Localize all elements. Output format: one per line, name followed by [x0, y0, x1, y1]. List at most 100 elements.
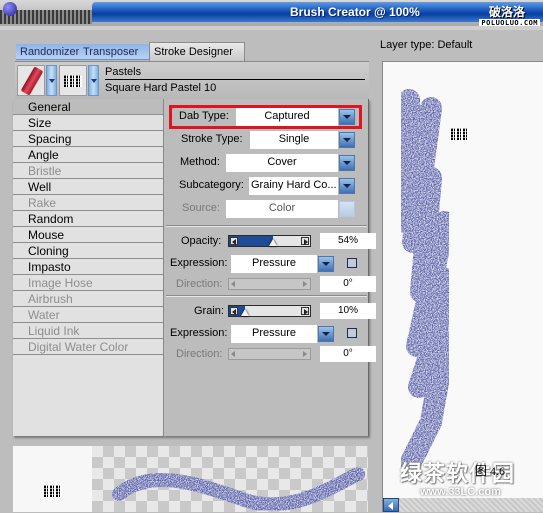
category-digital-water-color[interactable]: Digital Water Color [13, 339, 163, 355]
category-image-hose[interactable]: Image Hose [13, 275, 163, 291]
stroke-type-select[interactable]: Single [250, 131, 338, 149]
category-cloning[interactable]: Cloning [13, 243, 163, 259]
tab-randomizer[interactable]: Randomizer [16, 44, 79, 60]
drawing-canvas[interactable] [382, 61, 543, 512]
window-title: Brush Creator @ 100% [290, 5, 420, 19]
category-random[interactable]: Random [13, 211, 163, 227]
subcategory-label: Subcategory: [179, 179, 244, 191]
subcategory-dropdown-button[interactable] [339, 178, 355, 194]
method-label: Method: [180, 156, 220, 168]
category-rake[interactable]: Rake [13, 195, 163, 211]
stroke-type-row: Stroke Type: Single [164, 131, 369, 149]
grain-invert-checkbox[interactable] [347, 328, 357, 338]
general-settings-panel: Dab Type: Captured Stroke Type: Single M… [164, 99, 376, 436]
app-icon [3, 2, 17, 16]
source-label: Source: [182, 202, 220, 214]
title-bar[interactable]: Brush Creator @ 100% 破洛洛 POLUOLUO.COM [0, 0, 543, 27]
opacity-label: Opacity: [181, 235, 222, 247]
dab-type-label: Dab Type: [179, 110, 229, 122]
grain-expression-label: Expression: [170, 327, 228, 339]
slider-right-arrow-icon[interactable] [301, 307, 309, 315]
slider-left-arrow-icon[interactable] [230, 237, 238, 245]
stroke-preview [13, 446, 368, 512]
grain-slider[interactable] [228, 305, 311, 317]
opacity-slider[interactable] [228, 235, 311, 247]
captured-dab-icon [63, 74, 83, 88]
slider-left-arrow-icon[interactable] [230, 307, 238, 315]
dab-type-row: Dab Type: Captured [164, 108, 369, 126]
cursor-dab-icon [450, 127, 470, 141]
subcategory-select[interactable]: Grainy Hard Co... [249, 177, 338, 195]
category-mouse[interactable]: Mouse [13, 227, 163, 243]
opacity-invert-checkbox[interactable] [347, 258, 357, 268]
watermark-top: 破洛洛 [488, 5, 525, 19]
grain-label: Grain: [194, 305, 224, 317]
section-divider [166, 225, 367, 227]
category-impasto[interactable]: Impasto [13, 259, 163, 275]
figure-caption: 图 4.6 [475, 464, 506, 478]
opacity-direction-value[interactable]: 0° [320, 276, 376, 292]
opacity-expression-select[interactable]: Pressure [231, 255, 317, 273]
category-angle[interactable]: Angle [13, 147, 163, 163]
opacity-slider-thumb[interactable] [269, 239, 278, 246]
opacity-direction-label: Direction: [176, 278, 223, 290]
section-divider [166, 295, 367, 297]
grain-expression-dropdown-button[interactable] [318, 326, 334, 342]
grain-value[interactable]: 10% [320, 303, 376, 319]
category-bristle[interactable]: Bristle [13, 163, 163, 179]
category-liquid-ink[interactable]: Liquid Ink [13, 323, 163, 339]
horizontal-scrollbar[interactable] [399, 498, 543, 512]
slider-right-arrow-icon[interactable] [301, 237, 309, 245]
opacity-expression-dropdown-button[interactable] [318, 256, 334, 272]
brush-selector: Pastels Square Hard Pastel 10 [15, 61, 369, 99]
grain-direction-value[interactable]: 0° [320, 346, 376, 362]
grain-expression-select[interactable]: Pressure [231, 325, 317, 343]
grain-expression-row: Expression: Pressure [164, 325, 369, 343]
grain-direction-slider[interactable] [228, 348, 311, 360]
stroke-category-list: General Size Spacing Angle Bristle Well … [13, 99, 164, 436]
category-general[interactable]: General [13, 99, 163, 115]
subcategory-row: Subcategory: Grainy Hard Co... [164, 177, 369, 195]
category-spacing[interactable]: Spacing [13, 131, 163, 147]
source-dropdown-button[interactable] [339, 201, 355, 217]
slider-left-arrow-icon [230, 350, 238, 358]
slider-right-arrow-icon [301, 350, 309, 358]
source-row: Source: Color [164, 200, 369, 218]
slider-left-arrow-icon [230, 280, 238, 288]
brush-variant-name: Square Hard Pastel 10 [105, 82, 217, 94]
category-size[interactable]: Size [13, 115, 163, 131]
stroke-type-label: Stroke Type: [181, 133, 243, 145]
tab-transposer[interactable]: Transposer [79, 44, 149, 60]
opacity-direction-row: Direction: 0° [164, 276, 376, 294]
tab-stroke-designer[interactable]: Stroke Designer [149, 42, 245, 61]
category-water[interactable]: Water [13, 307, 163, 323]
variant-dropdown-arrow[interactable] [88, 65, 99, 96]
pastel-stick-icon [20, 66, 44, 96]
category-well[interactable]: Well [13, 179, 163, 195]
grain-slider-thumb[interactable] [241, 309, 250, 316]
opacity-expression-label: Expression: [170, 257, 228, 269]
stroke-type-dropdown-button[interactable] [339, 132, 355, 148]
watermark-bottom-url: www.33LC.com [420, 486, 501, 498]
scroll-left-button[interactable] [383, 498, 399, 512]
layer-type-label: Layer type: Default [380, 39, 473, 51]
grain-direction-label: Direction: [176, 348, 223, 360]
method-dropdown-button[interactable] [339, 155, 355, 171]
method-select[interactable]: Cover [226, 154, 338, 172]
category-airbrush[interactable]: Airbrush [13, 291, 163, 307]
dab-type-select[interactable]: Captured [236, 108, 338, 126]
opacity-value[interactable]: 54% [320, 233, 376, 249]
slider-right-arrow-icon [301, 280, 309, 288]
brush-category-selector[interactable] [17, 65, 45, 96]
opacity-expression-row: Expression: Pressure [164, 255, 369, 273]
dab-type-dropdown-button[interactable] [339, 109, 355, 125]
brush-variant-selector[interactable] [59, 65, 87, 96]
grain-row: Grain: 10% [164, 303, 376, 321]
opacity-row: Opacity: 54% [164, 233, 376, 251]
preview-stroke [112, 467, 365, 512]
category-dropdown-arrow[interactable] [46, 65, 57, 96]
grain-direction-row: Direction: 0° [164, 346, 376, 364]
source-select[interactable]: Color [226, 200, 338, 218]
title-strip [0, 26, 543, 30]
opacity-direction-slider[interactable] [228, 278, 311, 290]
